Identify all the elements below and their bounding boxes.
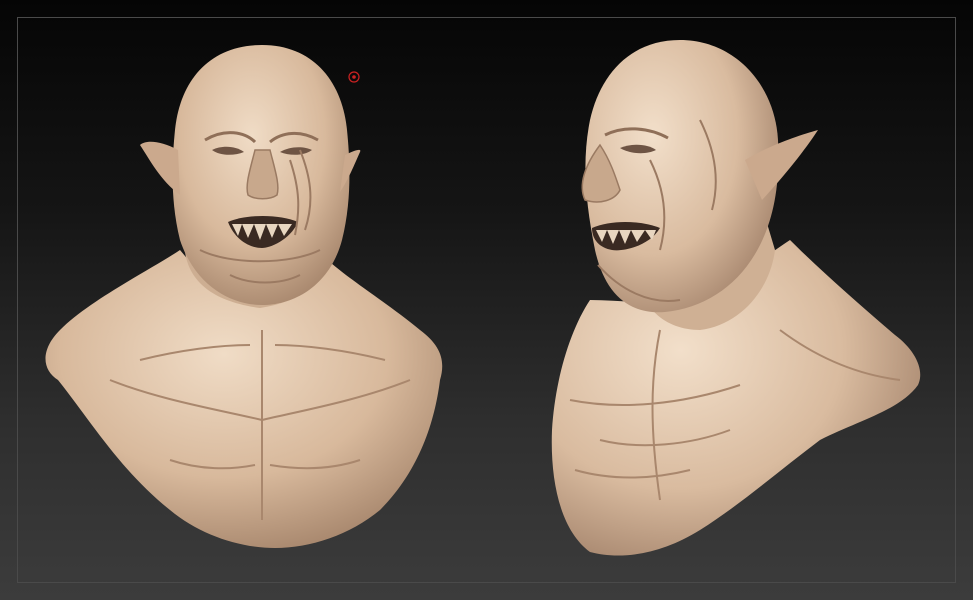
brush-cursor-icon <box>348 71 360 83</box>
bust-three-quarter-view <box>551 40 921 556</box>
sculpt-viewport[interactable] <box>0 0 973 600</box>
